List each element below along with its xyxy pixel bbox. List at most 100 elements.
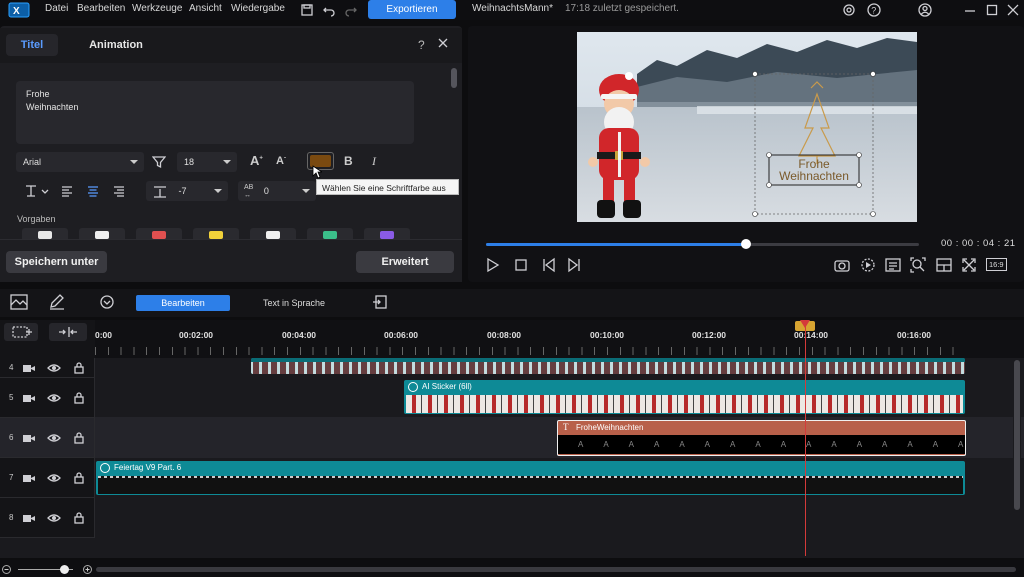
project-name: WeihnachtsMann* — [472, 3, 553, 14]
chevron-down-icon — [223, 160, 231, 164]
zoom-in-icon[interactable] — [83, 565, 92, 574]
media-icon[interactable] — [10, 294, 28, 310]
snap-button[interactable] — [49, 323, 87, 341]
stop-icon[interactable] — [514, 258, 528, 272]
preset-thumbnail[interactable] — [22, 228, 68, 239]
increase-font-icon[interactable]: A+ — [250, 153, 263, 168]
preset-thumbnail[interactable] — [193, 228, 239, 239]
settings-icon[interactable] — [842, 3, 856, 17]
font-family-select[interactable]: Arial — [16, 152, 144, 172]
save-icon[interactable] — [300, 3, 314, 17]
filter-icon[interactable] — [152, 155, 166, 169]
zoom-out-icon[interactable] — [2, 565, 11, 574]
preset-thumbnail[interactable] — [136, 228, 182, 239]
font-size-select[interactable]: 18 — [177, 152, 237, 172]
lock-icon[interactable] — [73, 472, 85, 484]
lock-icon[interactable] — [73, 392, 85, 404]
track-number: 6 — [9, 433, 14, 442]
lock-icon[interactable] — [73, 512, 85, 524]
preset-thumbnail[interactable] — [307, 228, 353, 239]
camera-icon[interactable] — [22, 512, 36, 524]
zoom-preview-icon[interactable] — [910, 257, 926, 273]
menu-werkzeuge[interactable]: Werkzeuge — [132, 3, 182, 14]
previous-frame-icon[interactable] — [541, 257, 557, 273]
sticker-clip[interactable]: AI Sticker (6ll) — [404, 380, 965, 414]
lock-icon[interactable] — [73, 432, 85, 444]
fullscreen-icon[interactable] — [961, 257, 977, 273]
presets-label: Vorgaben — [17, 214, 56, 224]
lock-icon[interactable] — [73, 362, 85, 374]
hscroll-thumb[interactable] — [96, 567, 1016, 572]
ruler-label: 00:06:00 — [384, 330, 419, 340]
subtitle-icon[interactable] — [885, 258, 901, 272]
visibility-eye-icon[interactable] — [47, 432, 61, 444]
menu-bearbeiten[interactable]: Bearbeiten — [77, 3, 125, 14]
zoom-slider-knob[interactable] — [60, 565, 69, 574]
char-spacing-select[interactable]: AB ↔ 0 — [238, 181, 316, 201]
preset-thumbnail[interactable] — [79, 228, 125, 239]
feiertag-clip[interactable]: Feiertag V9 Part. 6 — [96, 461, 965, 495]
playback-mode-icon[interactable] — [860, 257, 876, 273]
visibility-eye-icon[interactable] — [47, 392, 61, 404]
decrease-font-icon[interactable]: A- — [276, 155, 286, 167]
pen-icon[interactable] — [48, 294, 66, 310]
undo-icon[interactable] — [322, 3, 336, 17]
redo-icon[interactable] — [344, 3, 358, 17]
export-frame-icon[interactable] — [372, 294, 388, 310]
close-panel-icon[interactable] — [437, 37, 449, 49]
camera-icon[interactable] — [22, 392, 36, 404]
menu-ansicht[interactable]: Ansicht — [189, 3, 222, 14]
close-icon[interactable] — [1006, 3, 1020, 17]
play-icon[interactable] — [486, 257, 500, 273]
playback-scrubber[interactable] — [740, 239, 751, 249]
align-right-icon[interactable] — [112, 184, 126, 198]
tab-titel[interactable]: Titel — [6, 34, 58, 56]
tab-animation[interactable]: Animation — [85, 34, 147, 56]
edit-tool-button[interactable]: Bearbeiten — [136, 295, 230, 311]
align-left-icon[interactable] — [60, 184, 74, 198]
visibility-eye-icon[interactable] — [47, 362, 61, 374]
minimize-icon[interactable] — [963, 3, 977, 17]
italic-icon[interactable]: I — [372, 154, 376, 169]
visibility-eye-icon[interactable] — [47, 472, 61, 484]
camera-icon[interactable] — [22, 362, 36, 374]
track-header: 6 — [0, 418, 95, 458]
effects-icon[interactable] — [99, 294, 115, 310]
line-spacing-select[interactable]: -7 — [146, 181, 228, 201]
title-text-input[interactable]: Frohe Weihnachten — [16, 81, 414, 144]
align-center-icon[interactable] — [86, 184, 100, 198]
camera-icon[interactable] — [22, 472, 36, 484]
help-icon[interactable]: ? — [418, 38, 425, 52]
playback-progress-track[interactable] — [486, 239, 919, 249]
title-clip[interactable]: FroheWeihnachten T AAAAAAAAAAAAAAAA — [557, 420, 966, 456]
video-clip[interactable] — [251, 358, 965, 374]
clip-label: FroheWeihnachten — [576, 423, 644, 432]
track-number: 7 — [9, 473, 14, 482]
preset-thumbnail[interactable] — [364, 228, 410, 239]
add-track-button[interactable] — [4, 323, 38, 341]
preset-thumbnail[interactable] — [250, 228, 296, 239]
panel-scrollbar[interactable] — [451, 68, 457, 88]
maximize-icon[interactable] — [985, 3, 999, 17]
layout-icon[interactable] — [936, 258, 952, 272]
next-frame-icon[interactable] — [566, 257, 582, 273]
menu-wiedergabe[interactable]: Wiedergabe — [231, 3, 285, 14]
playhead-line[interactable] — [805, 326, 806, 556]
video-preview[interactable]: Frohe Weihnachten — [577, 32, 917, 222]
camera-icon[interactable] — [22, 432, 36, 444]
aspect-ratio-button[interactable]: 16:9 — [986, 258, 1007, 271]
snapshot-icon[interactable] — [834, 258, 850, 272]
help-icon[interactable]: ? — [867, 3, 881, 17]
export-button[interactable]: Exportieren — [368, 0, 456, 19]
save-under-button[interactable]: Speichern unter — [6, 251, 107, 273]
text-to-speech-button[interactable]: Text in Sprache — [263, 298, 325, 308]
account-icon[interactable] — [918, 3, 932, 17]
text-case-icon[interactable] — [24, 184, 50, 198]
bold-icon[interactable]: B — [344, 154, 353, 168]
ruler-ticks — [95, 347, 965, 355]
visibility-eye-icon[interactable] — [47, 512, 61, 524]
menu-datei[interactable]: Datei — [45, 3, 68, 14]
timeline-vscroll[interactable] — [1013, 358, 1021, 554]
ruler-label: 0:00 — [95, 330, 113, 340]
advanced-button[interactable]: Erweitert — [356, 251, 454, 273]
